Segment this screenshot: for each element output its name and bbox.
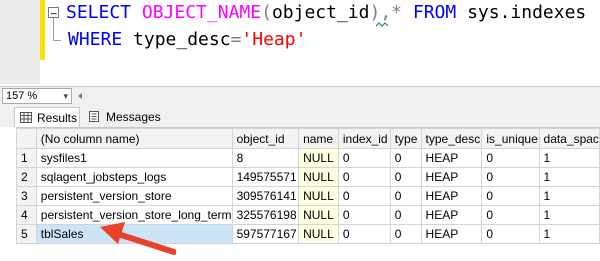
table-cell[interactable]: 0: [481, 205, 540, 225]
function-object-name: OBJECT_NAME: [141, 2, 262, 23]
row-number[interactable]: 1: [16, 148, 37, 168]
table-cell[interactable]: 0: [389, 148, 422, 168]
annotation-arrow-icon: [100, 222, 176, 255]
table-cell[interactable]: sqlagent_jobsteps_logs: [35, 167, 233, 187]
editor-status-bar: 157 % ▾: [0, 86, 600, 107]
column-header[interactable]: index_id: [337, 128, 391, 149]
table-cell[interactable]: 0: [481, 186, 540, 206]
keyword-where: WHERE: [68, 29, 123, 50]
table-name: sys.indexes: [467, 2, 587, 23]
column-header[interactable]: is_unique: [481, 128, 540, 149]
column-header[interactable]: (No column name): [35, 128, 233, 149]
table-cell[interactable]: HEAP: [420, 205, 483, 225]
table-row[interactable]: 3 persistent_version_store 309576141 NUL…: [16, 186, 600, 206]
table-cell[interactable]: 1: [538, 148, 600, 168]
table-cell[interactable]: 1: [538, 205, 600, 225]
code-line-2[interactable]: WHERE type_desc='Heap': [68, 28, 306, 52]
zoom-dropdown[interactable]: 157 % ▾: [2, 88, 72, 104]
column-type-desc: type_desc: [133, 29, 231, 50]
column-header[interactable]: type_desc: [420, 128, 483, 149]
null-cell[interactable]: NULL: [298, 186, 339, 206]
chevron-down-icon: ▾: [63, 91, 68, 101]
editor-gutter: [0, 0, 40, 84]
null-cell[interactable]: NULL: [298, 224, 339, 244]
messages-icon: [89, 111, 99, 122]
null-cell[interactable]: NULL: [298, 205, 339, 225]
table-cell[interactable]: 597577167: [231, 224, 300, 244]
table-cell[interactable]: 0: [481, 167, 540, 187]
column-header[interactable]: type: [389, 128, 422, 149]
tab-results[interactable]: Results: [14, 107, 80, 127]
star-operator: *: [391, 2, 403, 23]
column-header[interactable]: name: [298, 128, 339, 149]
keyword-select: SELECT: [66, 2, 132, 23]
table-cell[interactable]: 309576141: [231, 186, 300, 206]
table-cell[interactable]: 1: [538, 224, 600, 244]
table-cell[interactable]: 0: [337, 224, 391, 244]
table-cell[interactable]: 0: [337, 167, 391, 187]
tab-messages[interactable]: Messages: [84, 107, 164, 127]
squiggle-underline-icon: [376, 22, 388, 27]
table-cell[interactable]: 325576198: [231, 205, 300, 225]
null-cell[interactable]: NULL: [298, 167, 339, 187]
table-cell[interactable]: 0: [389, 205, 422, 225]
table-cell[interactable]: 0: [389, 224, 422, 244]
table-cell[interactable]: 8: [231, 148, 300, 168]
grid-icon: [20, 112, 32, 123]
header-row: (No column name) object_id name index_id…: [16, 128, 600, 149]
null-cell[interactable]: NULL: [298, 148, 339, 168]
code-line-1[interactable]: SELECT OBJECT_NAME(object_id),* FROM sys…: [66, 1, 586, 25]
table-cell[interactable]: 0: [389, 167, 422, 187]
change-tracking-bar: [40, 0, 45, 60]
collapse-icon[interactable]: −: [48, 7, 59, 19]
outline-end-tick: [53, 40, 61, 41]
table-cell[interactable]: 149575571: [231, 167, 300, 187]
open-paren: (: [261, 2, 272, 23]
row-number[interactable]: 4: [16, 205, 37, 225]
close-paren-comma: ),: [369, 2, 392, 23]
arg-object-id: object_id: [271, 2, 370, 23]
table-cell[interactable]: 1: [538, 186, 600, 206]
table-cell[interactable]: 0: [481, 148, 540, 168]
row-number[interactable]: 3: [16, 186, 37, 206]
corner-cell[interactable]: [16, 128, 37, 149]
row-number[interactable]: 5: [16, 224, 37, 244]
table-cell[interactable]: HEAP: [420, 186, 483, 206]
table-row[interactable]: 1 sysfiles1 8 NULL 0 0 HEAP 0 1: [16, 148, 600, 168]
table-cell[interactable]: persistent_version_store: [35, 186, 233, 206]
table-cell[interactable]: HEAP: [420, 224, 483, 244]
keyword-from: FROM: [412, 2, 457, 23]
results-tabs: Results Messages: [0, 107, 600, 127]
table-cell[interactable]: 0: [389, 186, 422, 206]
table-cell[interactable]: 0: [481, 224, 540, 244]
outline-line: [53, 18, 54, 40]
string-literal: 'Heap': [241, 29, 307, 50]
table-cell[interactable]: 1: [538, 167, 600, 187]
scroll-left-icon[interactable]: [76, 92, 84, 100]
table-row[interactable]: 2 sqlagent_jobsteps_logs 149575571 NULL …: [16, 167, 600, 187]
table-cell[interactable]: 0: [337, 148, 391, 168]
tab-messages-label: Messages: [106, 110, 161, 124]
equals-operator: =: [230, 29, 242, 50]
table-cell[interactable]: 0: [337, 186, 391, 206]
zoom-value: 157 %: [6, 90, 38, 102]
table-cell[interactable]: HEAP: [420, 167, 483, 187]
row-number[interactable]: 2: [16, 167, 37, 187]
column-header[interactable]: object_id: [231, 128, 300, 149]
table-cell[interactable]: HEAP: [420, 148, 483, 168]
column-header[interactable]: data_spac: [538, 128, 600, 149]
table-cell[interactable]: sysfiles1: [35, 148, 233, 168]
query-editor[interactable]: − SELECT OBJECT_NAME(object_id),* FROM s…: [0, 0, 600, 84]
table-cell[interactable]: 0: [337, 205, 391, 225]
tab-results-label: Results: [37, 111, 78, 125]
